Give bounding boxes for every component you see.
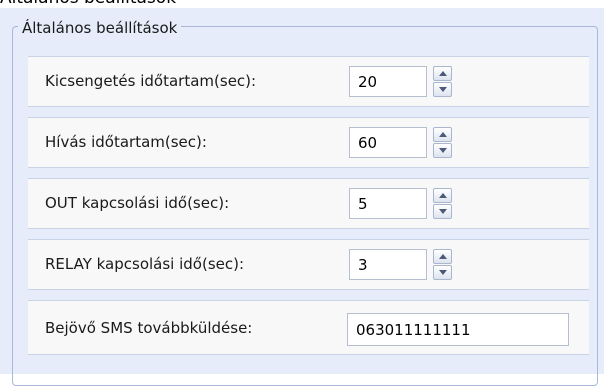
group-legend: Általános beállítások: [18, 18, 182, 38]
call-duration-row: Hívás időtartam(sec):: [28, 117, 589, 168]
call-duration-spinner: [433, 127, 452, 158]
ring-duration-row: Kicsengetés időtartam(sec):: [28, 56, 589, 107]
relay-switch-time-spin-up-button[interactable]: [433, 249, 452, 264]
relay-switch-time-input[interactable]: [349, 249, 427, 280]
call-duration-input[interactable]: [349, 127, 427, 158]
ring-duration-label: Kicsengetés időtartam(sec):: [45, 72, 257, 90]
relay-switch-time-spin-down-button[interactable]: [433, 265, 452, 280]
call-duration-spin-up-button[interactable]: [433, 127, 452, 142]
relay-switch-time-label: RELAY kapcsolási idő(sec):: [45, 255, 245, 273]
chevron-up-icon: [439, 193, 447, 198]
chevron-down-icon: [439, 209, 447, 214]
sms-forward-input[interactable]: [347, 313, 569, 346]
chevron-up-icon: [439, 254, 447, 259]
sms-forward-label: Bejövő SMS továbbküldése:: [45, 319, 253, 337]
out-switch-time-row: OUT kapcsolási idő(sec):: [28, 178, 589, 229]
chevron-down-icon: [439, 270, 447, 275]
sms-forward-row: Bejövő SMS továbbküldése:: [28, 300, 589, 355]
window-title: Általános beállítások: [0, 0, 176, 8]
chevron-down-icon: [439, 148, 447, 153]
out-switch-time-spinner: [433, 188, 452, 219]
out-switch-time-label: OUT kapcsolási idő(sec):: [45, 194, 230, 212]
settings-panel: Általános beállítások Kicsengetés időtar…: [0, 8, 604, 386]
out-switch-time-input[interactable]: [349, 188, 427, 219]
relay-switch-time-row: RELAY kapcsolási idő(sec):: [28, 239, 589, 290]
ring-duration-input[interactable]: [349, 66, 427, 97]
chevron-down-icon: [439, 87, 447, 92]
call-duration-label: Hívás időtartam(sec):: [45, 133, 207, 151]
ring-duration-spin-up-button[interactable]: [433, 66, 452, 81]
out-switch-time-spin-down-button[interactable]: [433, 204, 452, 219]
call-duration-spin-down-button[interactable]: [433, 143, 452, 158]
chevron-up-icon: [439, 71, 447, 76]
ring-duration-spinner: [433, 66, 452, 97]
chevron-up-icon: [439, 132, 447, 137]
out-switch-time-spin-up-button[interactable]: [433, 188, 452, 203]
relay-switch-time-spinner: [433, 249, 452, 280]
ring-duration-spin-down-button[interactable]: [433, 82, 452, 97]
